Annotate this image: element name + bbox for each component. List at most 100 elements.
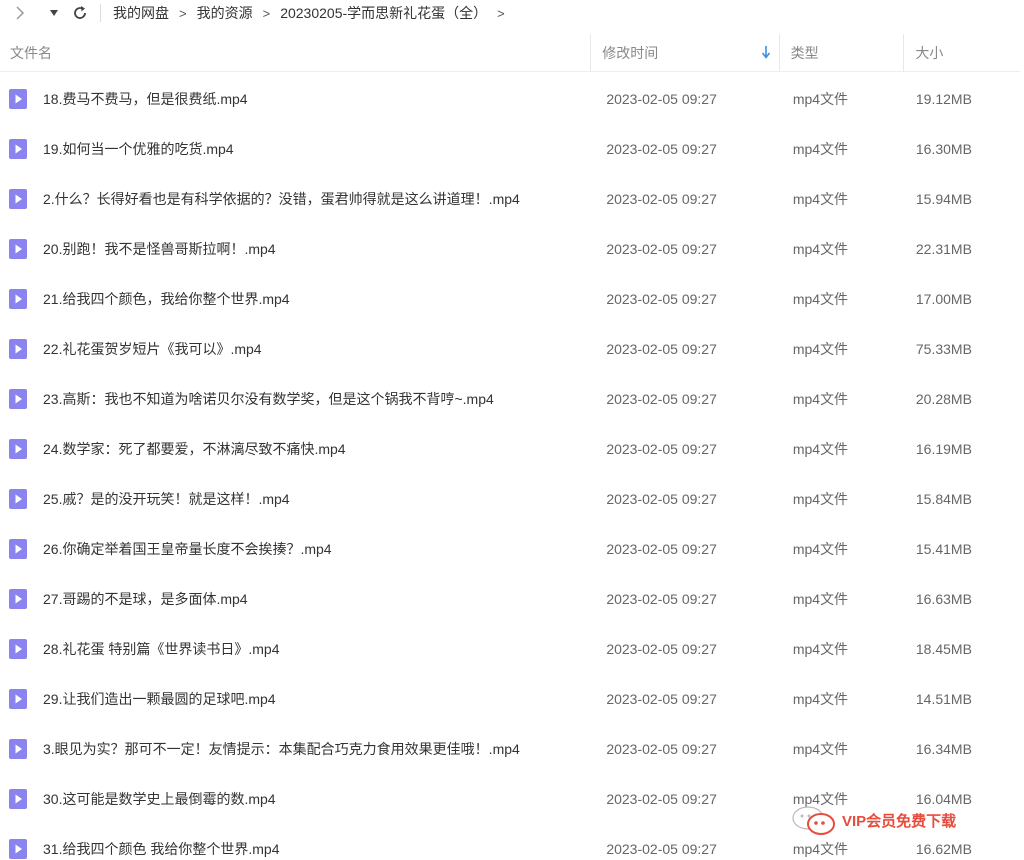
video-file-icon: [9, 139, 27, 159]
breadcrumb-expand-icon[interactable]: >: [497, 6, 505, 21]
breadcrumb-separator-icon: >: [179, 5, 187, 21]
column-size-label: 大小: [915, 45, 944, 61]
file-type: mp4文件: [792, 441, 849, 457]
file-type: mp4文件: [792, 691, 849, 707]
file-list: 18.费马不费马，但是很费纸.mp4 2023-02-05 09:27 mp4文件 1…: [0, 74, 1020, 860]
watermark-text: VIP会员免费下载: [842, 812, 957, 830]
file-size: 16.19MB: [915, 441, 972, 457]
file-modified-time: 2023-02-05 09:27: [606, 591, 717, 607]
file-row[interactable]: 18.费马不费马，但是很费纸.mp4 2023-02-05 09:27 mp4文件 1…: [0, 74, 1020, 124]
file-row[interactable]: 27.哥踢的不是球，是多面体.mp4 2023-02-05 09:27 mp4文件 1…: [0, 574, 1020, 624]
file-name[interactable]: 25.戚？是的没开玩笑！就是这样！.mp4: [43, 489, 595, 509]
refresh-icon[interactable]: [68, 1, 92, 25]
file-modified-time: 2023-02-05 09:27: [606, 841, 717, 857]
column-header-modified-time[interactable]: 修改时间: [591, 34, 778, 72]
file-name[interactable]: 20.别跑！我不是怪兽哥斯拉啊！.mp4: [43, 239, 595, 259]
file-list-header: 文件名 修改时间 类型 大小: [0, 34, 1020, 72]
file-row[interactable]: 20.别跑！我不是怪兽哥斯拉啊！.mp4 2023-02-05 09:27 mp4文…: [0, 224, 1020, 274]
file-size: 22.31MB: [915, 241, 972, 257]
file-type: mp4文件: [792, 841, 849, 857]
file-name[interactable]: 19.如何当一个优雅的吃货.mp4: [43, 139, 595, 159]
file-type: mp4文件: [792, 391, 849, 407]
file-modified-time: 2023-02-05 09:27: [606, 791, 717, 807]
file-name[interactable]: 27.哥踢的不是球，是多面体.mp4: [43, 589, 595, 609]
file-type: mp4文件: [792, 191, 849, 207]
file-name[interactable]: 23.高斯：我也不知道为啥诺贝尔没有数学奖，但是这个锅我不背哼~.mp4: [43, 389, 595, 409]
breadcrumb-item-root[interactable]: 我的网盘: [113, 3, 169, 23]
file-type: mp4文件: [792, 141, 849, 157]
file-row[interactable]: 28.礼花蛋 特别篇《世界读书日》.mp4 2023-02-05 09:27 mp4…: [0, 624, 1020, 674]
file-size: 75.33MB: [915, 341, 972, 357]
file-size: 16.30MB: [915, 141, 972, 157]
file-type: mp4文件: [792, 341, 849, 357]
file-modified-time: 2023-02-05 09:27: [606, 741, 717, 757]
file-row[interactable]: 25.戚？是的没开玩笑！就是这样！.mp4 2023-02-05 09:27 mp4…: [0, 474, 1020, 524]
file-modified-time: 2023-02-05 09:27: [606, 491, 717, 507]
file-modified-time: 2023-02-05 09:27: [606, 191, 717, 207]
breadcrumb-separator-icon: >: [262, 5, 271, 21]
file-name[interactable]: 24.数学家：死了都要爱，不淋漓尽致不痛快.mp4: [43, 439, 595, 459]
file-name[interactable]: 28.礼花蛋 特别篇《世界读书日》.mp4: [43, 639, 595, 659]
column-header-size[interactable]: 大小: [904, 34, 1020, 72]
video-file-icon: [9, 289, 27, 309]
file-modified-time: 2023-02-05 09:27: [606, 91, 717, 107]
file-type: mp4文件: [792, 91, 849, 107]
file-row[interactable]: 24.数学家：死了都要爱，不淋漓尽致不痛快.mp4 2023-02-05 09:2…: [0, 424, 1020, 474]
file-type: mp4文件: [792, 241, 849, 257]
file-size: 15.94MB: [915, 191, 972, 207]
video-file-icon: [9, 539, 27, 559]
file-modified-time: 2023-02-05 09:27: [606, 241, 717, 257]
toolbar-divider: [100, 4, 101, 22]
file-type: mp4文件: [792, 541, 849, 557]
file-row[interactable]: 19.如何当一个优雅的吃货.mp4 2023-02-05 09:27 mp4文件 16…: [0, 124, 1020, 174]
video-file-icon: [9, 839, 27, 859]
file-modified-time: 2023-02-05 09:27: [606, 141, 717, 157]
video-file-icon: [9, 339, 27, 359]
file-row[interactable]: 3.眼见为实？那可不一定！友情提示：本集配合巧克力食用效果更佳哦！.mp4 202…: [0, 724, 1020, 774]
file-name[interactable]: 22.礼花蛋贺岁短片《我可以》.mp4: [43, 339, 595, 359]
column-name-label: 文件名: [10, 45, 52, 61]
watermark: VIP会员免费下载: [790, 800, 1010, 840]
file-type: mp4文件: [792, 641, 849, 657]
file-size: 17.00MB: [915, 291, 972, 307]
video-file-icon: [9, 89, 27, 109]
file-name[interactable]: 29.让我们造出一颗最圆的足球吧.mp4: [43, 689, 595, 709]
file-row[interactable]: 23.高斯：我也不知道为啥诺贝尔没有数学奖，但是这个锅我不背哼~.mp4 2023…: [0, 374, 1020, 424]
file-type: mp4文件: [792, 491, 849, 507]
file-modified-time: 2023-02-05 09:27: [606, 691, 717, 707]
file-type: mp4文件: [792, 741, 849, 757]
caret-down-icon[interactable]: [42, 1, 66, 25]
column-header-name[interactable]: 文件名: [0, 34, 590, 72]
video-file-icon: [9, 589, 27, 609]
file-name[interactable]: 31.给我四个颜色 我给你整个世界.mp4: [43, 839, 595, 859]
file-size: 16.63MB: [915, 591, 972, 607]
sort-descending-icon[interactable]: [761, 45, 771, 62]
wechat-chat-icon: [792, 806, 835, 835]
file-name[interactable]: 18.费马不费马，但是很费纸.mp4: [43, 89, 595, 109]
file-row[interactable]: 21.给我四个颜色，我给你整个世界.mp4 2023-02-05 09:27 mp4…: [0, 274, 1020, 324]
breadcrumb-item-current-folder[interactable]: 20230205-学而思新礼花蛋（全）: [280, 3, 487, 23]
column-type-label: 类型: [790, 45, 819, 61]
video-file-icon: [9, 739, 27, 759]
file-size: 18.45MB: [915, 641, 972, 657]
column-header-type[interactable]: 类型: [780, 34, 904, 72]
file-name[interactable]: 21.给我四个颜色，我给你整个世界.mp4: [43, 289, 595, 309]
file-name[interactable]: 2.什么？长得好看也是有科学依据的？没错，蛋君帅得就是这么讲道理！.mp4: [43, 189, 595, 209]
file-row[interactable]: 29.让我们造出一颗最圆的足球吧.mp4 2023-02-05 09:27 mp4文…: [0, 674, 1020, 724]
file-row[interactable]: 2.什么？长得好看也是有科学依据的？没错，蛋君帅得就是这么讲道理！.mp4 202…: [0, 174, 1020, 224]
forward-chevron-icon[interactable]: [8, 1, 32, 25]
file-name[interactable]: 3.眼见为实？那可不一定！友情提示：本集配合巧克力食用效果更佳哦！.mp4: [43, 739, 595, 759]
file-name[interactable]: 26.你确定举着国王皇帝量长度不会挨揍？.mp4: [43, 539, 595, 559]
file-row[interactable]: 26.你确定举着国王皇帝量长度不会挨揍？.mp4 2023-02-05 09:27…: [0, 524, 1020, 574]
file-type: mp4文件: [792, 591, 849, 607]
file-size: 16.34MB: [915, 741, 972, 757]
file-modified-time: 2023-02-05 09:27: [606, 341, 717, 357]
file-name[interactable]: 30.这可能是数学史上最倒霉的数.mp4: [43, 789, 595, 809]
toolbar: 我的网盘 > 我的资源 > 20230205-学而思新礼花蛋（全） >: [0, 0, 1024, 26]
file-modified-time: 2023-02-05 09:27: [606, 541, 717, 557]
video-file-icon: [9, 689, 27, 709]
video-file-icon: [9, 439, 27, 459]
breadcrumb-item-resources[interactable]: 我的资源: [197, 3, 253, 23]
file-size: 15.41MB: [915, 541, 972, 557]
file-row[interactable]: 22.礼花蛋贺岁短片《我可以》.mp4 2023-02-05 09:27 mp4文件…: [0, 324, 1020, 374]
